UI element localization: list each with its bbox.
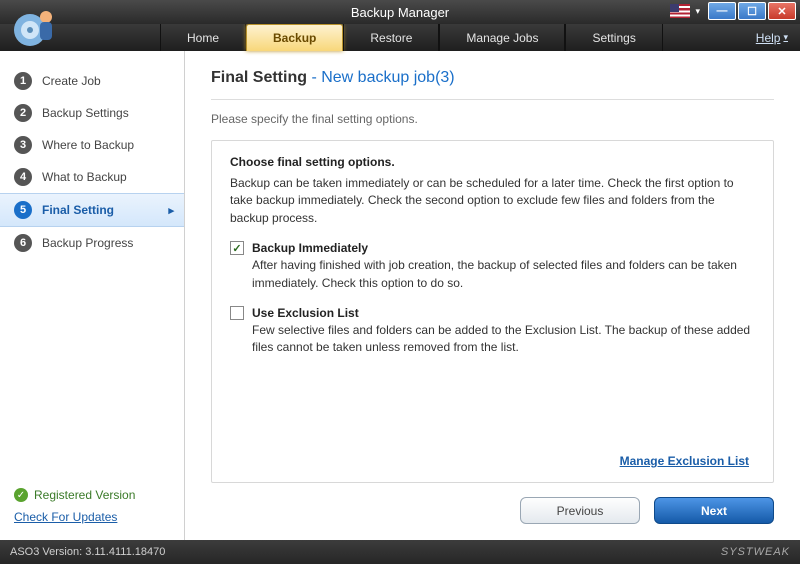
tab-backup[interactable]: Backup (246, 24, 343, 51)
maximize-button[interactable]: ☐ (738, 2, 766, 20)
step-number-icon: 3 (14, 136, 32, 154)
step-number-icon: 4 (14, 168, 32, 186)
wizard-nav-buttons: Previous Next (211, 483, 774, 524)
divider (211, 99, 774, 100)
use-exclusion-list-checkbox[interactable] (230, 306, 244, 320)
check-for-updates-link[interactable]: Check For Updates (14, 510, 170, 524)
step-number-icon: 2 (14, 104, 32, 122)
panel-heading: Choose final setting options. (230, 155, 755, 169)
menubar: Home Backup Restore Manage Jobs Settings… (0, 24, 800, 51)
wizard-sidebar: 1 Create Job 2 Backup Settings 3 Where t… (0, 51, 185, 540)
next-button[interactable]: Next (654, 497, 774, 524)
option-use-exclusion-list: Use Exclusion List Few selective files a… (230, 306, 755, 357)
step-what-to-backup[interactable]: 4 What to Backup (0, 161, 184, 193)
step-label: Final Setting (42, 203, 114, 217)
step-backup-progress[interactable]: 6 Backup Progress (0, 227, 184, 259)
step-label: Create Job (42, 74, 101, 88)
content-pane: Final Setting - New backup job(3) Please… (185, 51, 800, 540)
step-where-to-backup[interactable]: 3 Where to Backup (0, 129, 184, 161)
step-number-icon: 5 (14, 201, 32, 219)
step-label: Backup Settings (42, 106, 129, 120)
manage-exclusion-list-link[interactable]: Manage Exclusion List (620, 454, 749, 468)
option-backup-immediately: ✓ Backup Immediately After having finish… (230, 241, 755, 292)
step-label: Where to Backup (42, 138, 134, 152)
check-circle-icon: ✓ (14, 488, 28, 502)
version-label: ASO3 Version: 3.11.4111.18470 (10, 546, 165, 558)
option-description: After having finished with job creation,… (252, 257, 755, 292)
step-label: Backup Progress (42, 236, 133, 250)
language-flag-icon[interactable] (670, 4, 690, 18)
help-link[interactable]: Help▾ (744, 24, 800, 51)
close-button[interactable]: ✕ (768, 2, 796, 20)
option-label: Use Exclusion List (252, 306, 359, 320)
step-number-icon: 1 (14, 72, 32, 90)
previous-button[interactable]: Previous (520, 497, 640, 524)
app-logo-icon (8, 4, 66, 48)
minimize-button[interactable]: — (708, 2, 736, 20)
option-label: Backup Immediately (252, 241, 368, 255)
titlebar: Backup Manager ▾ — ☐ ✕ (0, 0, 800, 24)
tab-settings[interactable]: Settings (565, 24, 662, 51)
tab-manage-jobs[interactable]: Manage Jobs (439, 24, 565, 51)
panel-intro: Backup can be taken immediately or can b… (230, 175, 755, 227)
page-title: Final Setting - New backup job(3) (211, 69, 774, 87)
tab-restore[interactable]: Restore (343, 24, 439, 51)
brand-label: SYSTWEAK (721, 546, 790, 558)
options-panel: Choose final setting options. Backup can… (211, 140, 774, 483)
tab-home[interactable]: Home (160, 24, 246, 51)
window-controls: — ☐ ✕ (708, 2, 796, 20)
window-title: Backup Manager (351, 5, 449, 20)
backup-immediately-checkbox[interactable]: ✓ (230, 241, 244, 255)
language-dropdown-arrow-icon[interactable]: ▾ (695, 6, 700, 17)
page-subtitle: Please specify the final setting options… (211, 112, 774, 126)
statusbar: ASO3 Version: 3.11.4111.18470 SYSTWEAK (0, 540, 800, 564)
main-area: 1 Create Job 2 Backup Settings 3 Where t… (0, 51, 800, 540)
option-description: Few selective files and folders can be a… (252, 322, 755, 357)
step-create-job[interactable]: 1 Create Job (0, 65, 184, 97)
step-final-setting[interactable]: 5 Final Setting (0, 193, 184, 227)
step-number-icon: 6 (14, 234, 32, 252)
step-label: What to Backup (42, 170, 127, 184)
step-backup-settings[interactable]: 2 Backup Settings (0, 97, 184, 129)
sidebar-footer: ✓ Registered Version Check For Updates (0, 478, 184, 540)
registered-label: Registered Version (34, 488, 135, 502)
registered-status: ✓ Registered Version (14, 488, 170, 502)
